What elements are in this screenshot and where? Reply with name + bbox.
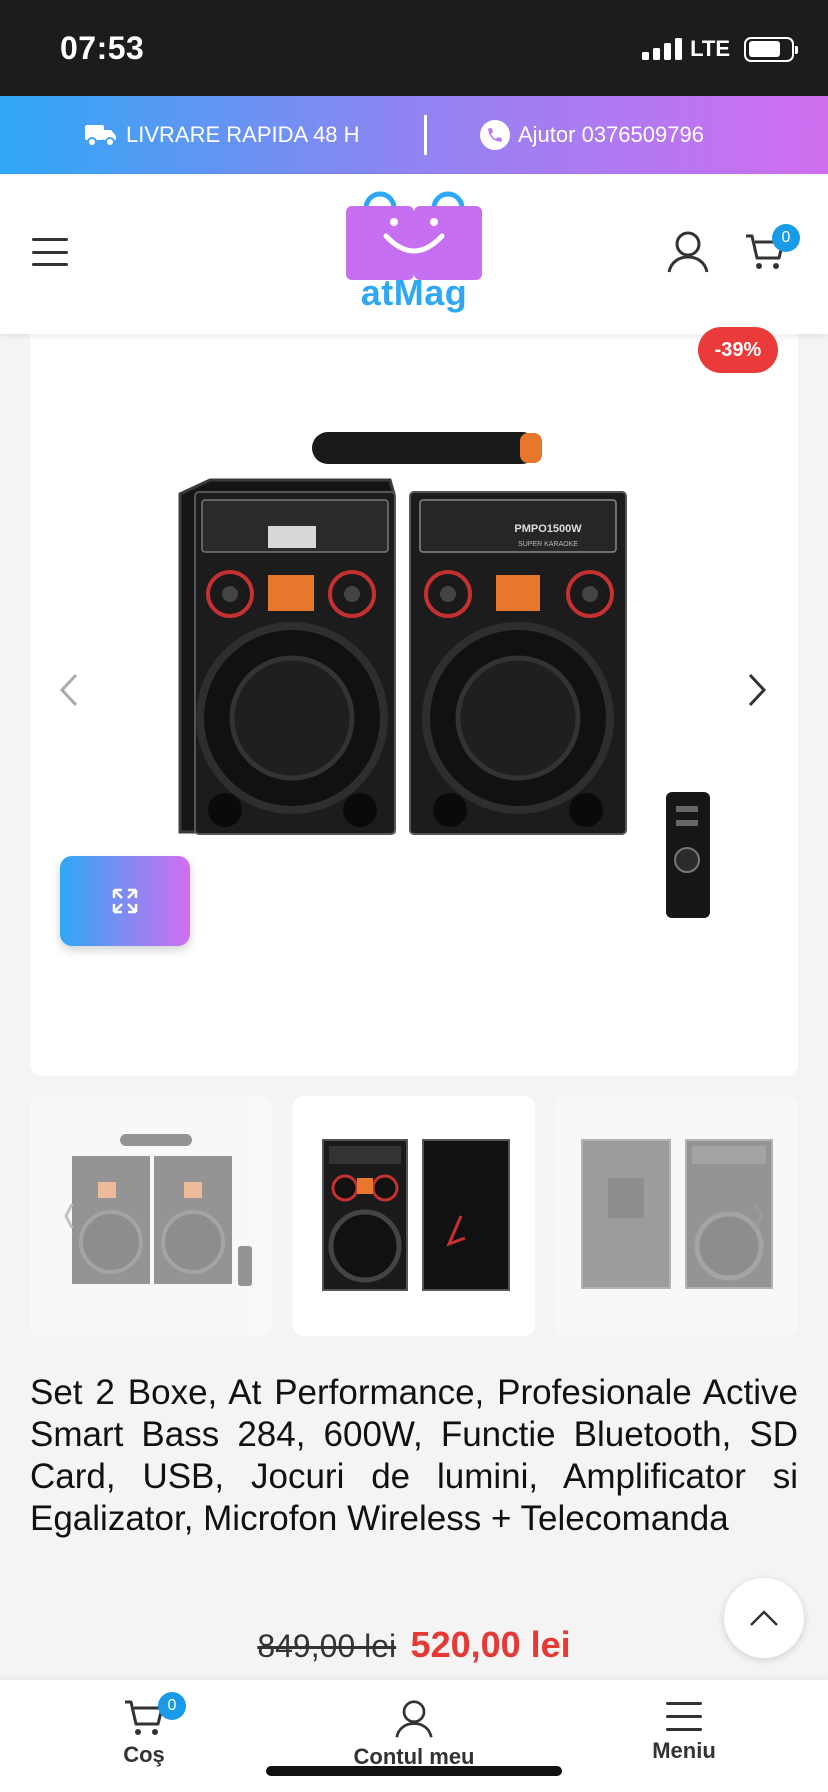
thumbnail-image <box>581 1139 773 1289</box>
nav-cart-badge: 0 <box>158 1692 186 1720</box>
nav-cart[interactable]: 0 Coş <box>44 1692 244 1768</box>
thumbnail-2[interactable] <box>293 1096 535 1336</box>
delivery-text: LIVRARE RAPIDA 48 H <box>126 122 360 147</box>
expand-image-button[interactable] <box>60 856 190 946</box>
old-price: 849,00 lei <box>257 1628 397 1664</box>
user-icon <box>395 1700 433 1738</box>
battery-icon <box>744 36 798 62</box>
nav-menu[interactable]: Meniu <box>584 1698 784 1764</box>
thumbnail-3[interactable] <box>556 1096 798 1336</box>
panel-label-left: PMPO1500W <box>514 523 582 535</box>
home-indicator <box>266 1766 562 1776</box>
menu-icon <box>666 1702 702 1731</box>
phone-icon <box>480 120 510 150</box>
price-row: 849,00 lei 520,00 lei <box>0 1624 828 1666</box>
user-icon[interactable] <box>666 230 710 274</box>
nav-menu-label: Meniu <box>652 1738 716 1763</box>
status-time: 07:53 <box>60 30 145 66</box>
cart-count-badge: 0 <box>772 224 800 252</box>
truck-icon <box>85 125 116 147</box>
chevron-right-icon <box>748 673 767 707</box>
help-link[interactable]: Ajutor 0376509796 <box>480 96 704 174</box>
thumbnail-image <box>322 1139 510 1291</box>
nav-account[interactable]: Contul meu <box>314 1698 514 1770</box>
site-header: atMag 0 <box>0 174 828 334</box>
prev-image-button[interactable] <box>54 670 84 710</box>
thumbnail-image <box>64 1134 252 1286</box>
thumbnail-1[interactable] <box>30 1096 272 1336</box>
promo-divider <box>424 115 427 155</box>
product-title: Set 2 Boxe, At Performance, Profesionale… <box>30 1373 798 1538</box>
scroll-to-top-button[interactable] <box>724 1578 804 1658</box>
logo-bags <box>346 191 482 280</box>
promo-bar: LIVRARE RAPIDA 48 H Ajutor 0376509796 <box>0 96 828 174</box>
menu-icon[interactable] <box>32 238 68 266</box>
chevron-left-icon <box>59 673 78 707</box>
panel-label-right: SUPER KARAOKE <box>518 541 578 548</box>
discount-badge: -39% <box>698 327 778 373</box>
status-indicators: LTE <box>642 36 798 62</box>
product-image: PMPO1500W SUPER KARAOKE <box>178 432 710 918</box>
signal-icon <box>642 38 683 60</box>
expand-icon <box>112 888 138 914</box>
product-image-gallery[interactable]: PMPO1500W SUPER KARAOKE <box>30 320 798 1076</box>
fast-delivery: LIVRARE RAPIDA 48 H <box>84 96 360 174</box>
network-label: LTE <box>690 36 730 61</box>
sale-price: 520,00 lei <box>410 1624 571 1665</box>
help-text: Ajutor 0376509796 <box>518 122 704 147</box>
status-bar: 07:53 LTE <box>0 0 828 96</box>
nav-cart-label: Coş <box>123 1742 165 1767</box>
site-logo[interactable]: atMag <box>344 186 484 322</box>
next-image-button[interactable] <box>742 670 772 710</box>
logo-text: atMag <box>360 272 468 313</box>
chevron-up-icon <box>750 1610 778 1626</box>
